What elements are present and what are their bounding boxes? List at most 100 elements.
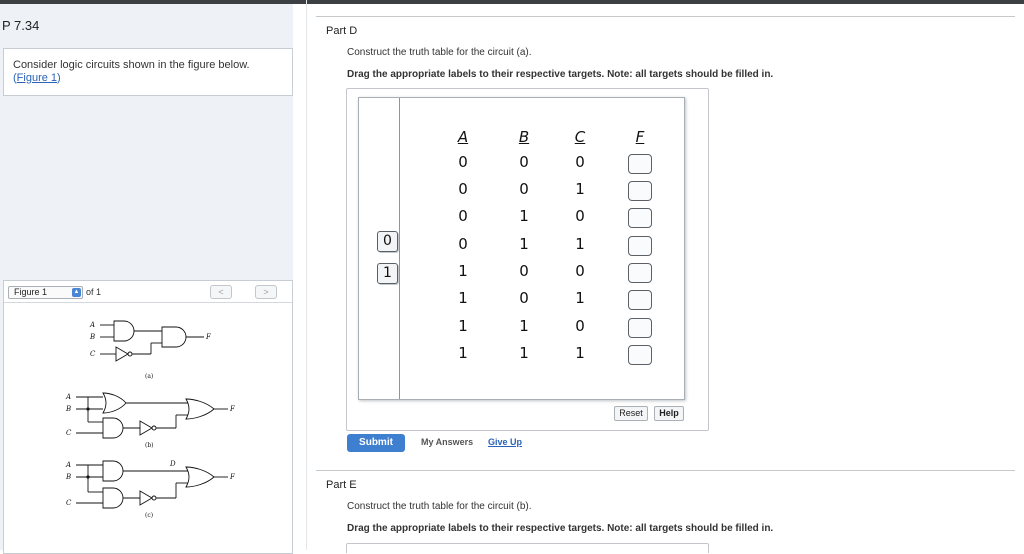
truth-table-canvas: 0 1 A B C F 0 0 0 0 0 1 0 1 0 0 1 1 1 0 … (358, 97, 685, 400)
cell-b-7: 1 (519, 344, 529, 362)
and-gate-c1 (102, 460, 124, 482)
f-target-0[interactable] (628, 154, 652, 174)
cell-a-4: 1 (458, 262, 468, 280)
label-bank-divider (399, 98, 400, 399)
give-up-link[interactable]: Give Up (488, 437, 522, 447)
my-answers-label: My Answers (421, 437, 474, 447)
f-target-4[interactable] (628, 263, 652, 283)
circuit-c-in3: C (66, 499, 72, 507)
circuit-b-in3: C (66, 429, 72, 437)
problem-context: Consider logic circuits shown in the fig… (3, 48, 293, 96)
circuit-c-internal: D (169, 460, 176, 468)
circuit-c-out: F (229, 473, 236, 481)
header-f: F (635, 128, 645, 146)
cell-a-3: 0 (458, 235, 468, 253)
cell-c-1: 1 (575, 180, 585, 198)
cell-b-0: 0 (519, 153, 529, 171)
figure-count: of 1 (86, 287, 102, 297)
next-figure-button[interactable]: > (255, 285, 277, 299)
circuit-a-in2: B (89, 333, 95, 341)
cell-b-4: 0 (519, 262, 529, 280)
not-gate-c (139, 490, 153, 506)
cell-c-0: 0 (575, 153, 585, 171)
f-target-6[interactable] (628, 318, 652, 338)
circuit-b: A B C F (b) (65, 392, 236, 449)
circuit-b-in1: A (65, 393, 71, 401)
part-d-title: Part D (326, 25, 358, 37)
cell-a-1: 0 (458, 180, 468, 198)
part-e-title: Part E (326, 479, 357, 491)
submit-button[interactable]: Submit (347, 434, 405, 452)
select-arrows-icon: ▲ (72, 288, 81, 297)
circuit-b-caption: (b) (145, 442, 154, 449)
or-gate-b2 (185, 398, 215, 420)
and-gate-a2 (161, 326, 187, 348)
part-d-drag-instruction: Drag the appropriate labels to their res… (347, 69, 774, 80)
cell-b-6: 1 (519, 317, 529, 335)
circuit-figure: A B C F (a) A B C F (b) A B C D F (c) (65, 320, 236, 519)
reset-button[interactable]: Reset (614, 406, 648, 421)
circuit-b-out: F (229, 405, 236, 413)
or-gate-c (185, 466, 215, 488)
circuit-a-in1: A (89, 321, 95, 329)
or-gate-b1 (102, 392, 127, 414)
cell-a-7: 1 (458, 344, 468, 362)
cell-a-6: 1 (458, 317, 468, 335)
header-a: A (457, 128, 469, 146)
circuit-b-in2: B (65, 405, 71, 413)
cell-b-3: 1 (519, 235, 529, 253)
part-e-drag-instruction: Drag the appropriate labels to their res… (347, 523, 774, 534)
prev-figure-button[interactable]: < (210, 285, 232, 299)
cell-b-1: 0 (519, 180, 529, 198)
circuit-a: A B C F (a) (89, 320, 212, 380)
not-gate-a (115, 346, 129, 362)
drag-drop-area: 0 1 A B C F 0 0 0 0 0 1 0 1 0 0 1 1 1 0 … (346, 88, 709, 431)
cell-a-5: 1 (458, 289, 468, 307)
part-d-rule (316, 16, 1015, 17)
cell-b-5: 0 (519, 289, 529, 307)
context-text: Consider logic circuits shown in the fig… (13, 59, 250, 71)
cell-c-6: 0 (575, 317, 585, 335)
circuit-c-in2: B (65, 473, 71, 481)
part-e-rule (316, 470, 1015, 471)
f-target-2[interactable] (628, 208, 652, 228)
left-panel: P 7.34 Consider logic circuits shown in … (0, 4, 293, 554)
circuit-a-out: F (205, 333, 212, 341)
figure-select-value: Figure 1 (14, 287, 48, 297)
label-tile-0[interactable]: 0 (377, 231, 398, 252)
figure-link[interactable]: (Figure 1) (13, 72, 61, 84)
circuit-c: A B C D F (c) (65, 460, 236, 519)
cell-c-7: 1 (575, 344, 585, 362)
label-tile-1[interactable]: 1 (377, 263, 398, 284)
figure-link-close: ) (57, 72, 61, 84)
cell-c-3: 1 (575, 235, 585, 253)
figure-select[interactable]: Figure 1 ▲ (8, 286, 83, 299)
f-target-3[interactable] (628, 236, 652, 256)
f-target-5[interactable] (628, 290, 652, 310)
cell-b-2: 1 (519, 207, 529, 225)
figure-viewer: Figure 1 ▲ of 1 < > A B C F (a) A B C F … (3, 280, 293, 554)
panel-divider (306, 0, 307, 550)
circuit-a-in3: C (90, 350, 96, 358)
circuit-c-caption: (c) (145, 512, 153, 519)
and-gate-c2 (102, 487, 124, 509)
problem-title: P 7.34 (2, 18, 40, 33)
and-gate-a1 (113, 320, 135, 342)
help-button[interactable]: Help (654, 406, 684, 421)
part-d-instruction: Construct the truth table for the circui… (347, 47, 532, 58)
not-gate-b (139, 420, 153, 436)
and-gate-b (102, 417, 124, 439)
cell-c-2: 0 (575, 207, 585, 225)
cell-c-4: 0 (575, 262, 585, 280)
part-e-drag-drop-area (346, 543, 709, 553)
cell-a-2: 0 (458, 207, 468, 225)
f-target-7[interactable] (628, 345, 652, 365)
part-e-instruction: Construct the truth table for the circui… (347, 501, 532, 512)
figure-link-text[interactable]: Figure 1 (17, 72, 57, 84)
chevron-left-icon: < (218, 287, 224, 297)
header-b: B (518, 128, 530, 146)
chevron-right-icon: > (263, 287, 269, 297)
figure-toolbar: Figure 1 ▲ of 1 < > (4, 281, 292, 303)
cell-c-5: 1 (575, 289, 585, 307)
f-target-1[interactable] (628, 181, 652, 201)
